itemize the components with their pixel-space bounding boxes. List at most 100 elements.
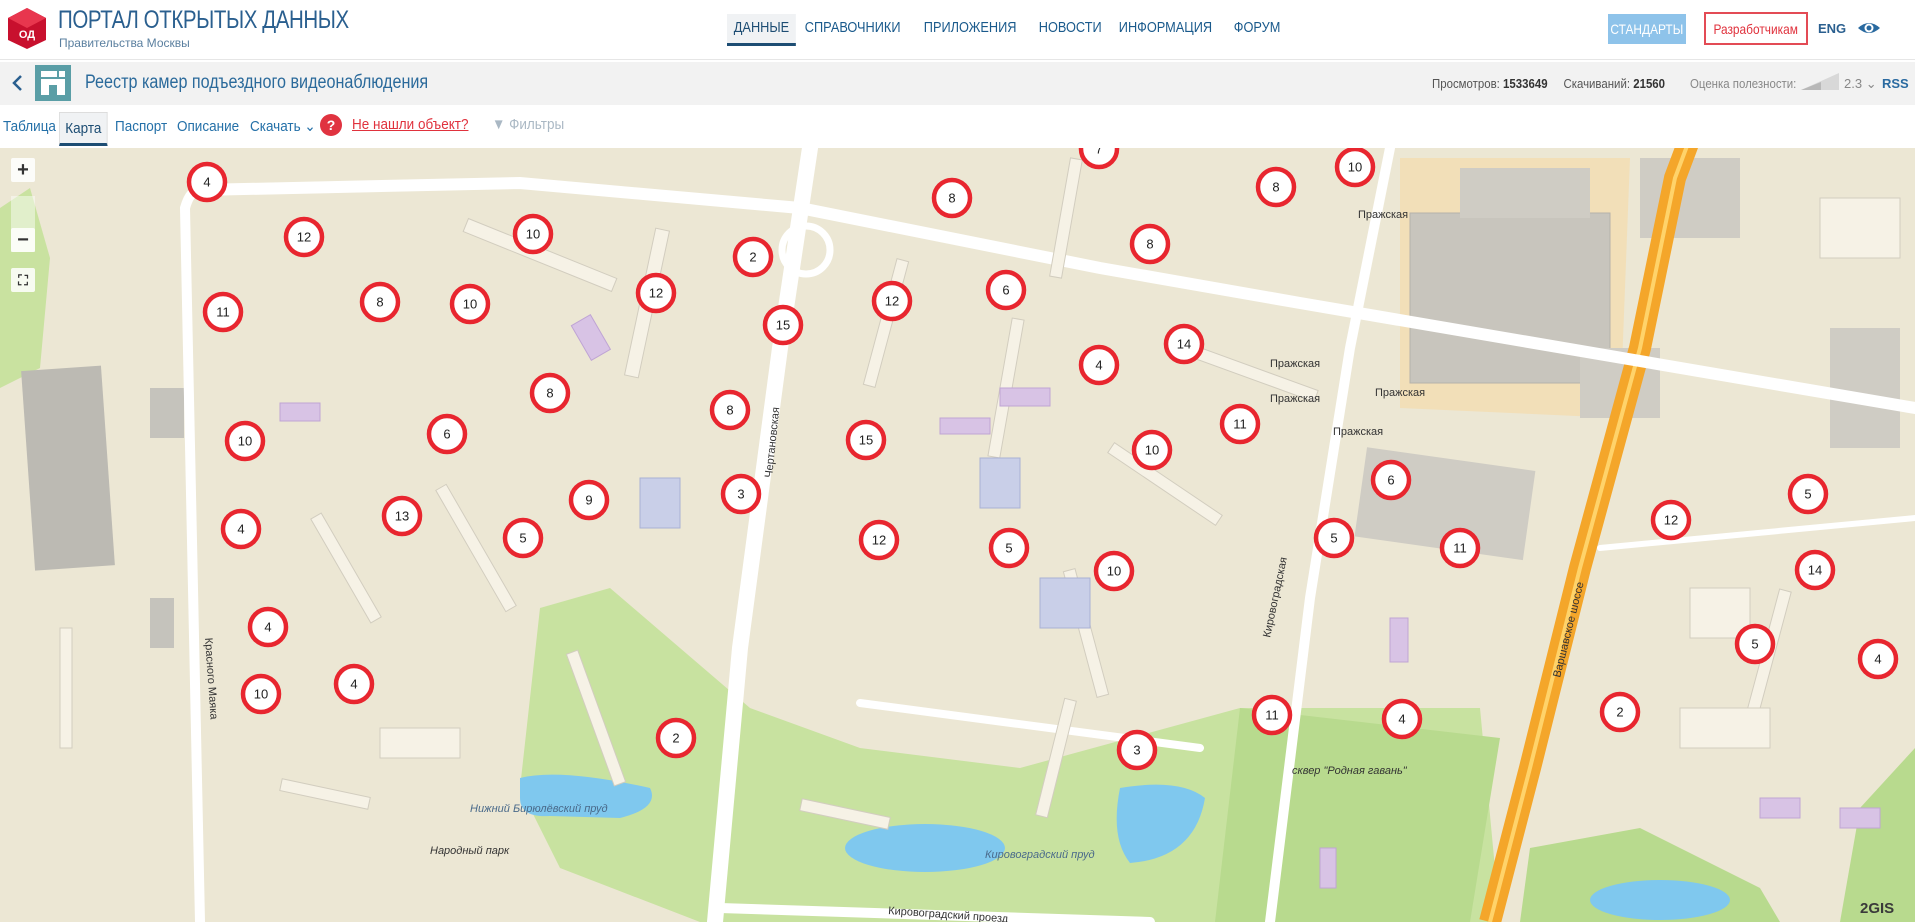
back-arrow-icon[interactable] (10, 73, 26, 93)
camera-cluster-marker[interactable]: 11 (1251, 694, 1293, 736)
camera-cluster-marker[interactable]: 5 (502, 517, 544, 559)
views-count: 1533649 (1503, 76, 1548, 91)
rating-meter-icon[interactable] (1799, 71, 1841, 91)
camera-cluster-marker[interactable]: 6 (1370, 459, 1412, 501)
camera-cluster-marker[interactable]: 12 (283, 216, 325, 258)
camera-cluster-marker[interactable]: 4 (220, 508, 262, 550)
nav-item-news[interactable]: НОВОСТИ (1032, 14, 1108, 46)
camera-cluster-marker[interactable]: 10 (512, 213, 554, 255)
nav-item-data[interactable]: ДАННЫЕ (727, 14, 796, 46)
main-nav: ДАННЫЕ СПРАВОЧНИКИ ПРИЛОЖЕНИЯ НОВОСТИ ИН… (727, 14, 1288, 46)
cluster-count: 7 (1095, 148, 1102, 157)
camera-cluster-marker[interactable]: 11 (1439, 527, 1481, 569)
cluster-count: 10 (1348, 160, 1362, 175)
park-label: сквер "Родная гавань" (1292, 765, 1408, 777)
camera-cluster-marker[interactable]: 4 (1381, 698, 1423, 740)
nav-item-apps[interactable]: ПРИЛОЖЕНИЯ (917, 14, 1023, 46)
camera-cluster-marker[interactable]: 12 (871, 280, 913, 322)
camera-cluster-marker[interactable]: 9 (568, 479, 610, 521)
cluster-count: 12 (649, 286, 663, 301)
cluster-count: 8 (546, 386, 553, 401)
camera-cluster-marker[interactable]: 8 (709, 389, 751, 431)
map-canvas[interactable]: 4 12 10 8 11 10 2 12 15 8 12 8 6 7 8 10 8 4 14 8 6 10 15 3 9 13 5 4… (0, 148, 1915, 922)
tab-description[interactable]: Описание (177, 114, 239, 142)
camera-cluster-marker[interactable]: 3 (1116, 729, 1158, 771)
filter-icon: ▼ (492, 116, 506, 133)
camera-cluster-marker[interactable]: 2 (1599, 691, 1641, 733)
tab-passport[interactable]: Паспорт (115, 114, 167, 142)
nav-item-info[interactable]: ИНФОРМАЦИЯ (1112, 14, 1219, 46)
camera-cluster-marker[interactable]: 5 (1313, 517, 1355, 559)
camera-cluster-marker[interactable]: 5 (1787, 473, 1829, 515)
camera-cluster-marker[interactable]: 15 (845, 419, 887, 461)
map-attribution[interactable]: 2GIS (1860, 900, 1894, 917)
camera-cluster-marker[interactable]: 14 (1163, 323, 1205, 365)
zoom-in-button[interactable]: + (11, 158, 35, 182)
camera-cluster-marker[interactable]: 5 (1734, 623, 1776, 665)
nav-item-forum[interactable]: ФОРУМ (1227, 14, 1287, 46)
camera-cluster-marker[interactable]: 3 (720, 473, 762, 515)
camera-cluster-marker[interactable]: 10 (1131, 429, 1173, 471)
camera-cluster-marker[interactable]: 4 (1857, 638, 1899, 680)
cluster-count: 2 (749, 250, 756, 265)
tab-table[interactable]: Таблица (3, 114, 56, 142)
camera-cluster-marker[interactable]: 4 (1078, 344, 1120, 386)
camera-cluster-marker[interactable]: 8 (1129, 223, 1171, 265)
camera-cluster-marker[interactable]: 8 (931, 177, 973, 219)
camera-cluster-marker[interactable]: 10 (1093, 550, 1135, 592)
developers-button[interactable]: Разработчикам (1704, 12, 1808, 45)
camera-cluster-marker[interactable]: 5 (988, 527, 1030, 569)
camera-cluster-marker[interactable]: 11 (1219, 403, 1261, 445)
camera-cluster-marker[interactable]: 11 (202, 291, 244, 333)
street-label: Пражская (1333, 426, 1383, 438)
portal-logo-icon[interactable]: ОД (6, 6, 48, 50)
camera-cluster-marker[interactable]: 2 (732, 236, 774, 278)
camera-cluster-marker[interactable]: 10 (1334, 148, 1376, 188)
camera-cluster-marker[interactable]: 7 (1078, 148, 1120, 170)
cluster-count: 10 (526, 227, 540, 242)
help-icon[interactable]: ? (320, 114, 342, 136)
street-label: Кировоградская (1261, 556, 1290, 639)
language-switch[interactable]: ENG (1818, 21, 1846, 36)
cluster-count: 5 (519, 531, 526, 546)
standards-button[interactable]: СТАНДАРТЫ (1608, 14, 1686, 44)
camera-cluster-marker[interactable]: 14 (1794, 549, 1836, 591)
camera-cluster-marker[interactable]: 6 (985, 269, 1027, 311)
map-view[interactable]: 4 12 10 8 11 10 2 12 15 8 12 8 6 7 8 10 8 4 14 8 6 10 15 3 9 13 5 4… (0, 148, 1915, 922)
tab-download[interactable]: Скачать ⌄ (250, 114, 316, 142)
camera-cluster-marker[interactable]: 6 (426, 413, 468, 455)
nav-item-directories[interactable]: СПРАВОЧНИКИ (798, 14, 907, 46)
camera-cluster-marker[interactable]: 2 (655, 717, 697, 759)
camera-cluster-marker[interactable]: 8 (359, 281, 401, 323)
camera-cluster-marker[interactable]: 10 (224, 420, 266, 462)
filters-button[interactable]: ▼ Фильтры (492, 116, 564, 133)
camera-cluster-marker[interactable]: 4 (333, 663, 375, 705)
top-header: ОД ПОРТАЛ ОТКРЫТЫХ ДАННЫХ Правительства … (0, 0, 1915, 60)
zoom-out-button[interactable]: − (11, 228, 35, 252)
eye-icon[interactable] (1857, 18, 1881, 38)
camera-cluster-marker[interactable]: 12 (635, 272, 677, 314)
rating-value[interactable]: 2.3 ⌄ (1844, 76, 1877, 92)
camera-cluster-marker[interactable]: 8 (1255, 166, 1297, 208)
camera-cluster-marker[interactable]: 13 (381, 495, 423, 537)
camera-cluster-marker[interactable]: 12 (858, 519, 900, 561)
camera-cluster-marker[interactable]: 10 (449, 283, 491, 325)
cluster-count: 14 (1177, 337, 1191, 352)
not-found-link[interactable]: Не нашли объект? (352, 116, 468, 133)
camera-cluster-marker[interactable]: 4 (247, 606, 289, 648)
camera-cluster-marker[interactable]: 4 (186, 161, 228, 203)
cluster-count: 11 (1233, 417, 1247, 432)
cluster-count: 8 (726, 403, 733, 418)
camera-cluster-marker[interactable]: 10 (240, 673, 282, 715)
portal-title[interactable]: ПОРТАЛ ОТКРЫТЫХ ДАННЫХ (58, 6, 349, 35)
chevron-down-icon: ⌄ (304, 118, 316, 135)
cluster-count: 12 (872, 533, 886, 548)
cluster-count: 12 (885, 294, 899, 309)
camera-cluster-marker[interactable]: 15 (762, 304, 804, 346)
camera-cluster-marker[interactable]: 12 (1650, 499, 1692, 541)
rss-link[interactable]: RSS (1882, 76, 1909, 91)
cluster-count: 10 (1107, 564, 1121, 579)
tab-map[interactable]: Карта (59, 112, 108, 146)
camera-cluster-marker[interactable]: 8 (529, 372, 571, 414)
fullscreen-icon[interactable]: ⛶ (11, 268, 35, 292)
